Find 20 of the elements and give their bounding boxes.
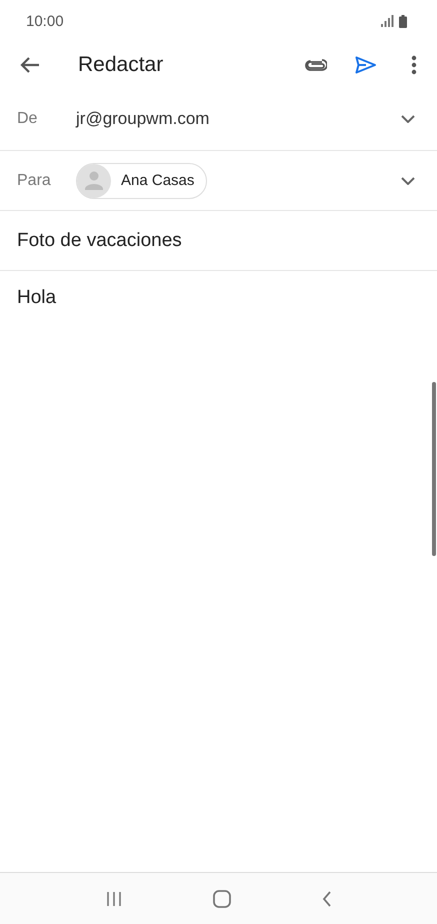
chevron-down-icon[interactable] <box>401 115 415 123</box>
avatar-icon <box>77 164 111 198</box>
recipient-chip[interactable]: Ana Casas <box>76 162 208 198</box>
screen-title: Redactar <box>78 53 164 77</box>
from-address: jr@groupwm.com <box>76 109 210 129</box>
home-icon[interactable] <box>212 890 230 908</box>
battery-icon <box>399 14 407 28</box>
back-nav-icon[interactable] <box>322 890 332 906</box>
scrollbar[interactable] <box>432 382 436 556</box>
more-icon[interactable] <box>411 55 417 75</box>
subject-field[interactable]: Foto de vacaciones <box>0 211 437 270</box>
signal-icon <box>381 15 394 27</box>
to-label: Para <box>17 172 52 190</box>
paperclip-icon[interactable] <box>305 59 327 71</box>
status-time: 10:00 <box>26 12 64 30</box>
from-label: De <box>17 110 38 128</box>
back-icon[interactable] <box>20 56 40 74</box>
recent-apps-icon[interactable] <box>106 892 122 906</box>
send-icon[interactable] <box>355 56 377 74</box>
chevron-down-icon[interactable] <box>401 176 415 184</box>
